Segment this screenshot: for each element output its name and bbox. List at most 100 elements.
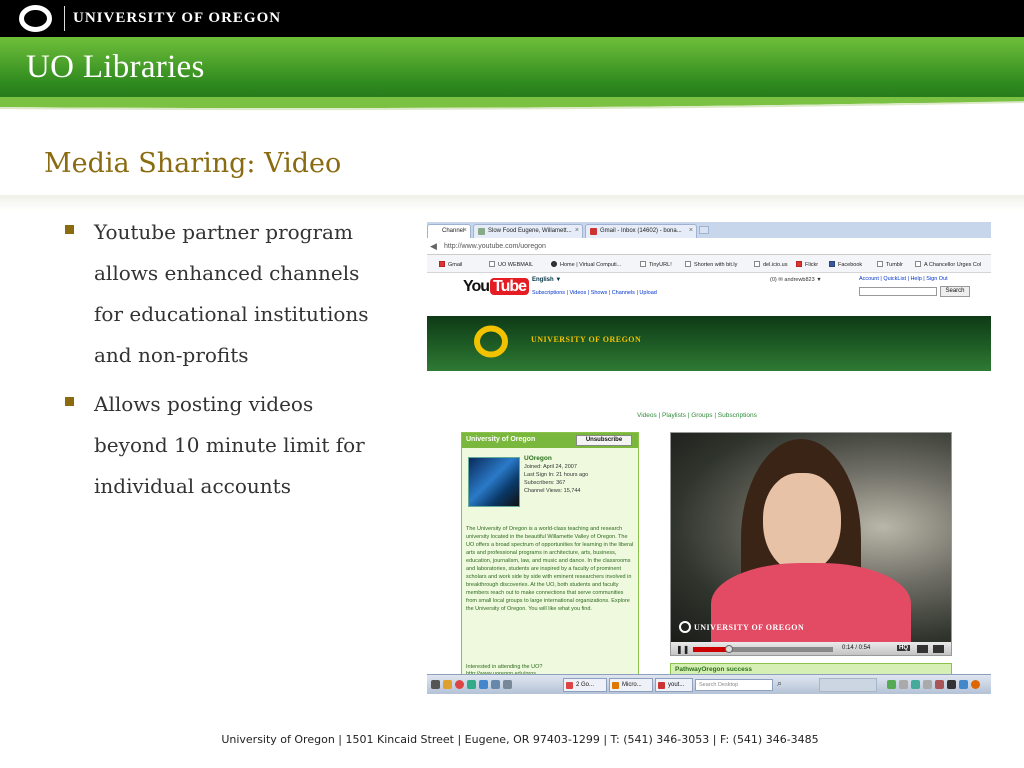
- app-icon[interactable]: [479, 680, 488, 689]
- video-player[interactable]: UNIVERSITY OF OREGON ❚❚ 0:14 / 0:54 HQ: [670, 432, 952, 656]
- tray-icon[interactable]: [899, 680, 908, 689]
- question-text: Interested in attending the UO?: [466, 664, 543, 670]
- top-bar: UNIVERSITY OF OREGON: [0, 0, 1024, 37]
- channel-stats: UOregon Joined: April 24, 2007 Last Sign…: [524, 455, 588, 495]
- bookmark-label: Gmail: [448, 262, 463, 268]
- uo-o-logo-icon: [679, 621, 691, 633]
- youtube-logo[interactable]: You Tube: [463, 278, 530, 296]
- taskbar-label: 2 Go...: [576, 682, 595, 688]
- channel-avatar[interactable]: [468, 457, 520, 507]
- browser-icon: [566, 682, 573, 689]
- video-watermark: UNIVERSITY OF OREGON: [679, 621, 804, 633]
- hq-button[interactable]: HQ: [897, 645, 910, 651]
- progress-handle[interactable]: [725, 645, 734, 653]
- square-bullet-icon: [65, 397, 74, 406]
- youtube-search-button[interactable]: Search: [940, 286, 970, 297]
- desktop-icon[interactable]: [431, 680, 440, 689]
- office-icon: [612, 682, 619, 689]
- subscriber-count: Subscribers: 367: [524, 480, 566, 486]
- band-swoosh: [0, 97, 1024, 111]
- tray-icon[interactable]: [887, 680, 896, 689]
- page-icon: [489, 261, 495, 267]
- folder-icon[interactable]: [443, 680, 452, 689]
- user-menu[interactable]: (0) ✉ andrewb823 ▼: [770, 277, 822, 283]
- taskbar-button[interactable]: Micro...: [609, 678, 653, 692]
- pause-icon[interactable]: ❚❚: [676, 645, 689, 654]
- bookmark-chancellor[interactable]: A Chancellor Urges Col: [915, 261, 981, 268]
- account-links[interactable]: Account | QuickList | Help | Sign Out: [859, 276, 948, 282]
- search-icon[interactable]: ⌕: [777, 678, 782, 689]
- youtube-nav-links[interactable]: Subscriptions | Videos | Shows | Channel…: [532, 290, 657, 296]
- channel-username[interactable]: UOregon: [524, 455, 588, 463]
- channel-views: Channel Views: 15,744: [524, 488, 581, 494]
- bookmarks-bar: Gmail UO WEBMAIL Home | Virtual Computi.…: [427, 255, 991, 273]
- desktop-search-input[interactable]: Search Desktop: [695, 679, 773, 691]
- browser-tab-strip: Channel × Slow Food Eugene, Willamett...…: [427, 222, 991, 238]
- close-icon[interactable]: ×: [575, 227, 579, 234]
- browser-tab[interactable]: Channel ×: [427, 224, 471, 238]
- youtube-search-input[interactable]: [859, 287, 937, 296]
- taskbar-label: yout...: [668, 682, 685, 688]
- bookmark-delicious[interactable]: del.icio.us: [754, 261, 787, 268]
- back-arrow-icon[interactable]: ◀: [430, 241, 437, 252]
- bookmark-label: UO WEBMAIL: [498, 262, 534, 268]
- bullet-item: Youtube partner program allows enhanced …: [62, 212, 392, 376]
- video-frame[interactable]: UNIVERSITY OF OREGON: [671, 433, 951, 653]
- bookmark-facebook[interactable]: Facebook: [829, 261, 862, 268]
- tray-icon[interactable]: [935, 680, 944, 689]
- bookmark-virtual-computing[interactable]: Home | Virtual Computi...: [551, 261, 621, 268]
- app-icon[interactable]: [503, 680, 512, 689]
- unsubscribe-button[interactable]: Unsubscribe: [576, 435, 632, 446]
- address-bar[interactable]: ◀ http://www.youtube.com/uoregon: [427, 238, 991, 255]
- taskbar-label: Micro...: [622, 682, 642, 688]
- app-icon[interactable]: [491, 680, 500, 689]
- video-subject-face: [763, 473, 841, 573]
- page-icon: [915, 261, 921, 267]
- widescreen-icon[interactable]: [917, 645, 928, 653]
- tray-icon[interactable]: [971, 680, 980, 689]
- bookmark-label: Flickr: [805, 262, 819, 268]
- bookmark-label: Shorten with bit.ly: [694, 262, 738, 268]
- libraries-band: UO Libraries: [0, 37, 1024, 103]
- tray-icon[interactable]: [959, 680, 968, 689]
- channel-nav[interactable]: Videos | Playlists | Groups | Subscripti…: [637, 412, 757, 419]
- libraries-title: UO Libraries: [26, 49, 205, 85]
- taskbar-button[interactable]: 2 Go...: [563, 678, 607, 692]
- browser-tab[interactable]: Gmail - Inbox (14602) - bona... ×: [585, 224, 697, 238]
- tray-icon[interactable]: [947, 680, 956, 689]
- gmail-icon: [439, 261, 445, 267]
- bookmark-tumblr[interactable]: Tumblr: [877, 261, 903, 268]
- video-subject-hoodie: [711, 563, 911, 653]
- youtube-page: You Tube English ▼ Subscriptions | Videos…: [427, 273, 991, 693]
- progress-fill: [693, 647, 730, 652]
- bookmark-label: Tumblr: [886, 262, 903, 268]
- close-icon[interactable]: ×: [689, 227, 693, 234]
- bookmark-gmail[interactable]: Gmail: [439, 261, 462, 268]
- bullet-item: Allows posting videos beyond 10 minute l…: [62, 384, 392, 507]
- bookmark-uo-webmail[interactable]: UO WEBMAIL: [489, 261, 533, 268]
- browser-tab[interactable]: Slow Food Eugene, Willamett... ×: [473, 224, 583, 238]
- tab-label: Gmail - Inbox (14602) - bona...: [600, 228, 682, 234]
- tray-icon[interactable]: [923, 680, 932, 689]
- progress-track[interactable]: [693, 645, 833, 653]
- header-divider: [64, 6, 65, 31]
- bookmark-label: del.icio.us: [763, 262, 788, 268]
- language-selector[interactable]: English ▼: [532, 277, 561, 283]
- bookmark-flickr[interactable]: Flickr: [796, 261, 818, 268]
- bookmark-bitly[interactable]: Shorten with bit.ly: [685, 261, 737, 268]
- new-tab-button[interactable]: [699, 226, 709, 234]
- watermark-text: UNIVERSITY OF OREGON: [694, 623, 805, 632]
- close-icon[interactable]: ×: [463, 227, 467, 234]
- tray-icon[interactable]: [911, 680, 920, 689]
- square-bullet-icon: [65, 225, 74, 234]
- channel-description: The University of Oregon is a world-clas…: [466, 526, 634, 612]
- bookmark-tinyurl[interactable]: TinyURL!: [640, 261, 672, 268]
- slide-title: Media Sharing: Video: [44, 148, 342, 179]
- app-icon[interactable]: [467, 680, 476, 689]
- taskbar-button[interactable]: yout...: [655, 678, 693, 692]
- slide-footer: University of Oregon | 1501 Kincaid Stre…: [221, 733, 819, 746]
- bullet-text: Allows posting videos beyond 10 minute l…: [94, 392, 365, 498]
- browser-icon[interactable]: [455, 680, 464, 689]
- uo-o-logo-icon: [474, 325, 508, 358]
- fullscreen-icon[interactable]: [933, 645, 944, 653]
